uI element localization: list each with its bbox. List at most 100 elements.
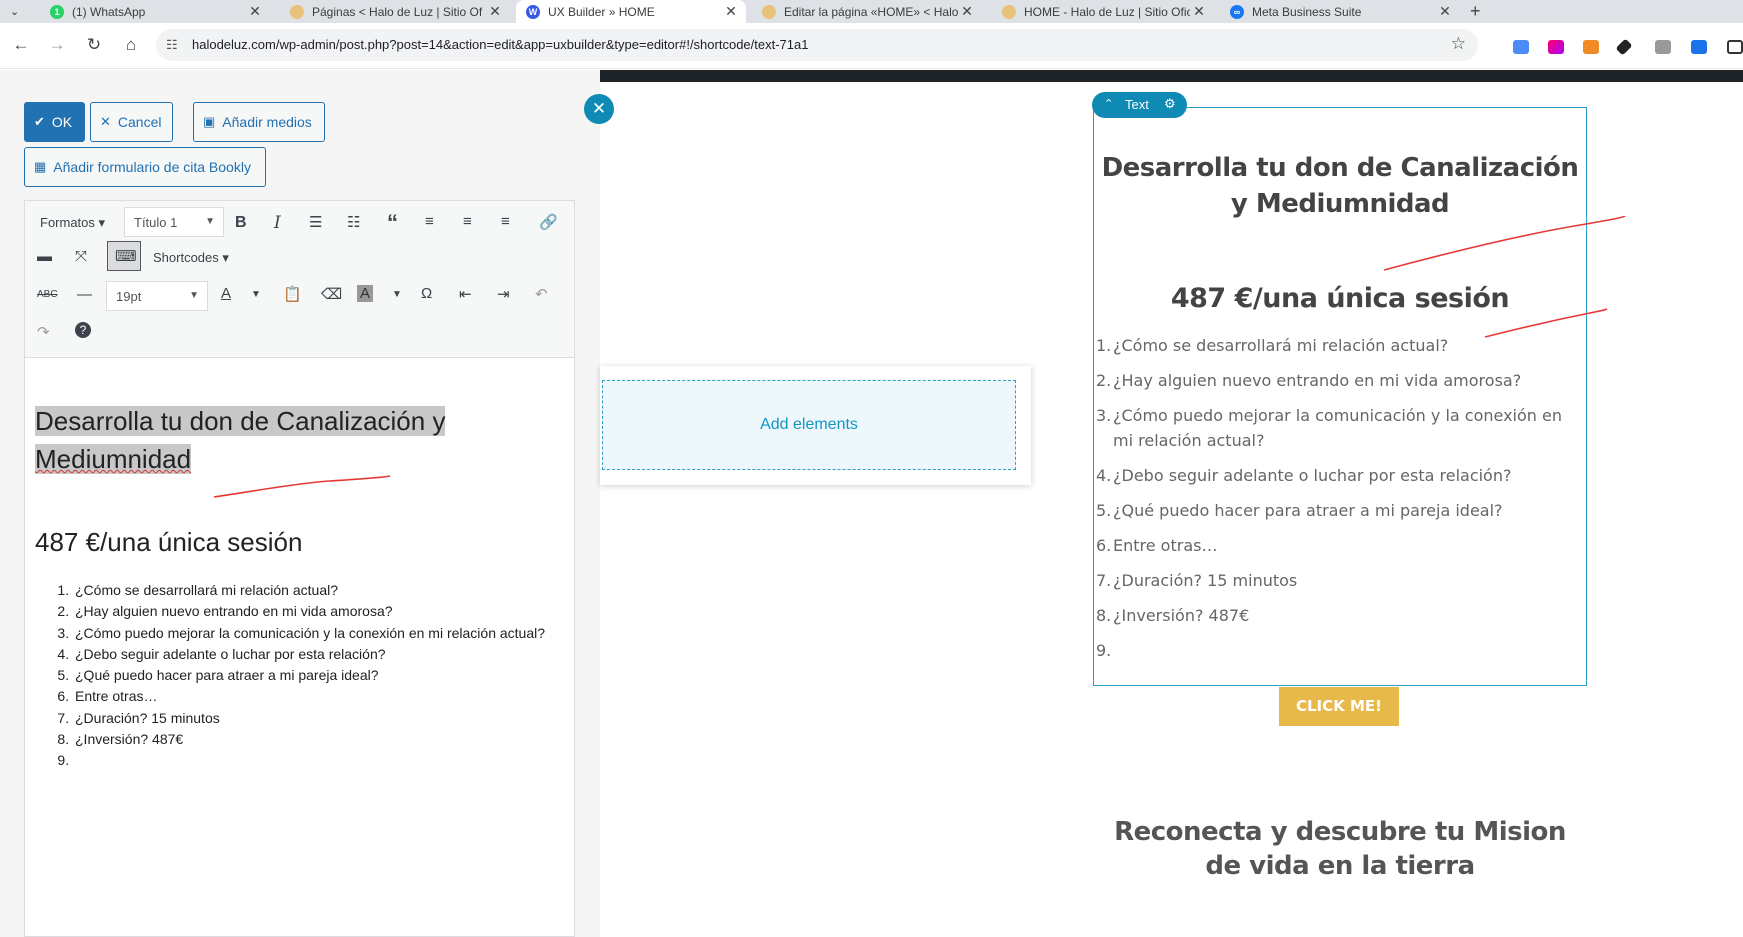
tab-title: HOME - Halo de Luz | Sitio Ofic bbox=[1024, 4, 1190, 19]
editor-content[interactable]: Desarrolla tu don de Canalización y Medi… bbox=[25, 359, 574, 936]
italic-icon[interactable]: I bbox=[274, 213, 281, 233]
extension-translate-icon[interactable] bbox=[1513, 40, 1529, 54]
strikethrough-icon[interactable]: ABC bbox=[37, 289, 58, 300]
gear-icon[interactable]: ⚙ bbox=[1164, 96, 1176, 112]
add-bookly-form-button[interactable]: ▦ Añadir formulario de cita Bookly bbox=[24, 147, 266, 187]
preview-list-text: ¿Cómo se desarrollará mi relación actual… bbox=[1113, 336, 1449, 355]
shortcodes-dropdown[interactable]: Shortcodes ▾ bbox=[153, 250, 229, 266]
tab-close-icon[interactable]: ✕ bbox=[1436, 3, 1454, 20]
question-list-item[interactable]: ¿Inversión? 487€ bbox=[73, 729, 545, 750]
tab-close-icon[interactable]: ✕ bbox=[1190, 3, 1208, 20]
question-list-item[interactable]: ¿Debo seguir adelante o luchar por esta … bbox=[73, 644, 545, 665]
question-list-item[interactable] bbox=[73, 750, 545, 771]
preview-list-item: 3. ¿Cómo puedo mejorar la comunicación y … bbox=[1096, 403, 1581, 453]
browser-tab[interactable]: 1 (1) WhatsApp ✕ bbox=[40, 0, 270, 23]
font-size-select[interactable]: 19pt ▼ bbox=[106, 281, 208, 311]
preview-list-text: ¿Inversión? 487€ bbox=[1113, 606, 1250, 625]
back-icon[interactable]: ← bbox=[10, 35, 32, 55]
add-elements-button[interactable]: Add elements bbox=[602, 380, 1016, 470]
preview-title: Desarrolla tu don de Canalización y Medi… bbox=[1101, 153, 1579, 219]
list-number: 6. bbox=[1096, 536, 1112, 555]
download-icon[interactable] bbox=[1691, 40, 1707, 54]
fullscreen-icon[interactable]: ⤧ bbox=[75, 248, 87, 265]
question-list-item[interactable]: Entre otras… bbox=[73, 686, 545, 707]
help-icon[interactable]: ? bbox=[75, 322, 91, 338]
heading-select[interactable]: Título 1 ▼ bbox=[124, 207, 224, 237]
numbered-list-icon[interactable]: ☷ bbox=[347, 213, 360, 231]
preview-subheading: Reconecta y descubre tu Mision de vida e… bbox=[1114, 817, 1566, 881]
add-media-button[interactable]: ▣ Añadir medios bbox=[193, 102, 325, 142]
preview-list-item: 7. ¿Duración? 15 minutos bbox=[1096, 568, 1581, 593]
text-color-icon[interactable]: A bbox=[221, 285, 231, 302]
forward-icon[interactable]: → bbox=[46, 35, 68, 55]
horizontal-line-icon[interactable]: — bbox=[77, 286, 92, 303]
list-number: 3. bbox=[1096, 406, 1112, 425]
extension-camera-icon[interactable] bbox=[1655, 40, 1671, 54]
url-text[interactable]: halodeluz.com/wp-admin/post.php?post=14&… bbox=[192, 37, 808, 52]
price-heading[interactable]: 487 €/una única sesión bbox=[35, 527, 302, 558]
text-color-caret-icon[interactable]: ▼ bbox=[251, 289, 261, 300]
question-list-item[interactable]: ¿Cómo puedo mejorar la comunicación y la… bbox=[73, 623, 545, 644]
extension-gradient-icon[interactable] bbox=[1548, 40, 1564, 54]
tab-title: (1) WhatsApp bbox=[72, 4, 146, 19]
question-list-item[interactable]: ¿Cómo se desarrollará mi relación actual… bbox=[73, 580, 545, 601]
address-bar[interactable]: ☷ halodeluz.com/wp-admin/post.php?post=1… bbox=[156, 29, 1478, 61]
browser-tab[interactable]: Editar la página «HOME» < Halo ✕ bbox=[752, 0, 982, 23]
preview-list-item: 4. ¿Debo seguir adelante o luchar por est… bbox=[1096, 463, 1581, 488]
text-element-toolbar[interactable]: ⌃ Text ⚙ bbox=[1092, 92, 1187, 118]
align-right-icon[interactable]: ≡ bbox=[501, 213, 510, 230]
chevron-up-icon[interactable]: ⌃ bbox=[1104, 97, 1113, 110]
preview-list-text: ¿Debo seguir adelante o luchar por esta … bbox=[1113, 466, 1512, 485]
read-more-icon[interactable]: ▬ bbox=[37, 248, 52, 265]
background-color-caret-icon[interactable]: ▼ bbox=[392, 289, 402, 300]
browser-tab[interactable]: ∞ Meta Business Suite ✕ bbox=[1220, 0, 1460, 23]
reload-icon[interactable]: ↻ bbox=[83, 35, 105, 55]
link-icon[interactable]: 🔗 bbox=[539, 213, 558, 231]
outdent-icon[interactable]: ⇤ bbox=[459, 285, 472, 303]
align-center-icon[interactable]: ≡ bbox=[463, 213, 472, 230]
extensions-puzzle-icon[interactable] bbox=[1727, 40, 1743, 54]
cancel-button[interactable]: ✕ Cancel bbox=[90, 102, 173, 142]
formats-dropdown[interactable]: Formatos ▾ bbox=[40, 215, 105, 231]
background-color-icon[interactable]: A bbox=[357, 285, 374, 302]
site-info-icon[interactable]: ☷ bbox=[166, 37, 178, 53]
preview-list-text: ¿Duración? 15 minutos bbox=[1113, 571, 1298, 590]
browser-tab[interactable]: Páginas < Halo de Luz | Sitio Of ✕ bbox=[280, 0, 510, 23]
tab-close-icon[interactable]: ✕ bbox=[722, 3, 740, 20]
ok-button[interactable]: ✔ OK bbox=[24, 102, 85, 142]
bullet-list-icon[interactable]: ☰ bbox=[309, 213, 322, 231]
tab-close-icon[interactable]: ✕ bbox=[958, 3, 976, 20]
tab-favicon-icon bbox=[762, 4, 776, 19]
extension-eyedropper-icon[interactable] bbox=[1615, 38, 1633, 56]
tab-title: Editar la página «HOME» < Halo bbox=[784, 4, 958, 19]
browser-tab[interactable]: HOME - Halo de Luz | Sitio Ofic ✕ bbox=[992, 0, 1214, 23]
tab-title: Páginas < Halo de Luz | Sitio Of bbox=[312, 4, 483, 19]
close-panel-icon[interactable]: ✕ bbox=[584, 94, 614, 124]
preview-list-text: ¿Hay alguien nuevo entrando en mi vida a… bbox=[1113, 371, 1522, 390]
selected-heading[interactable]: Desarrolla tu don de Canalización y Medi… bbox=[35, 402, 446, 478]
new-tab-button[interactable]: + bbox=[1470, 1, 1481, 22]
undo-icon[interactable]: ↶ bbox=[535, 285, 548, 303]
clear-formatting-icon[interactable]: ⌫ bbox=[321, 285, 342, 303]
question-list-item[interactable]: ¿Qué puedo hacer para atraer a mi pareja… bbox=[73, 665, 545, 686]
home-icon[interactable]: ⌂ bbox=[120, 35, 142, 55]
blockquote-icon[interactable]: “ bbox=[387, 210, 398, 236]
list-number: 1. bbox=[1096, 336, 1112, 355]
tab-close-icon[interactable]: ✕ bbox=[246, 3, 264, 20]
tab-search-icon[interactable]: ⌄ bbox=[10, 5, 19, 18]
redo-icon[interactable]: ↷ bbox=[37, 323, 50, 341]
extension-ruler-icon[interactable] bbox=[1583, 40, 1599, 54]
tab-favicon-icon: 1 bbox=[50, 4, 64, 19]
indent-icon[interactable]: ⇥ bbox=[497, 285, 510, 303]
question-list[interactable]: ¿Cómo se desarrollará mi relación actual… bbox=[73, 580, 545, 772]
tab-close-icon[interactable]: ✕ bbox=[486, 3, 504, 20]
align-left-icon[interactable]: ≡ bbox=[425, 213, 434, 230]
question-list-item[interactable]: ¿Hay alguien nuevo entrando en mi vida a… bbox=[73, 601, 545, 622]
browser-tab[interactable]: W UX Builder » HOME ✕ bbox=[516, 0, 746, 23]
bold-icon[interactable]: B bbox=[235, 214, 247, 232]
question-list-item[interactable]: ¿Duración? 15 minutos bbox=[73, 708, 545, 729]
bookmark-star-icon[interactable]: ☆ bbox=[1451, 34, 1466, 54]
special-character-icon[interactable]: Ω bbox=[421, 285, 432, 302]
paste-text-icon[interactable]: 📋 bbox=[283, 285, 302, 303]
click-me-button[interactable]: CLICK ME! bbox=[1279, 687, 1399, 726]
